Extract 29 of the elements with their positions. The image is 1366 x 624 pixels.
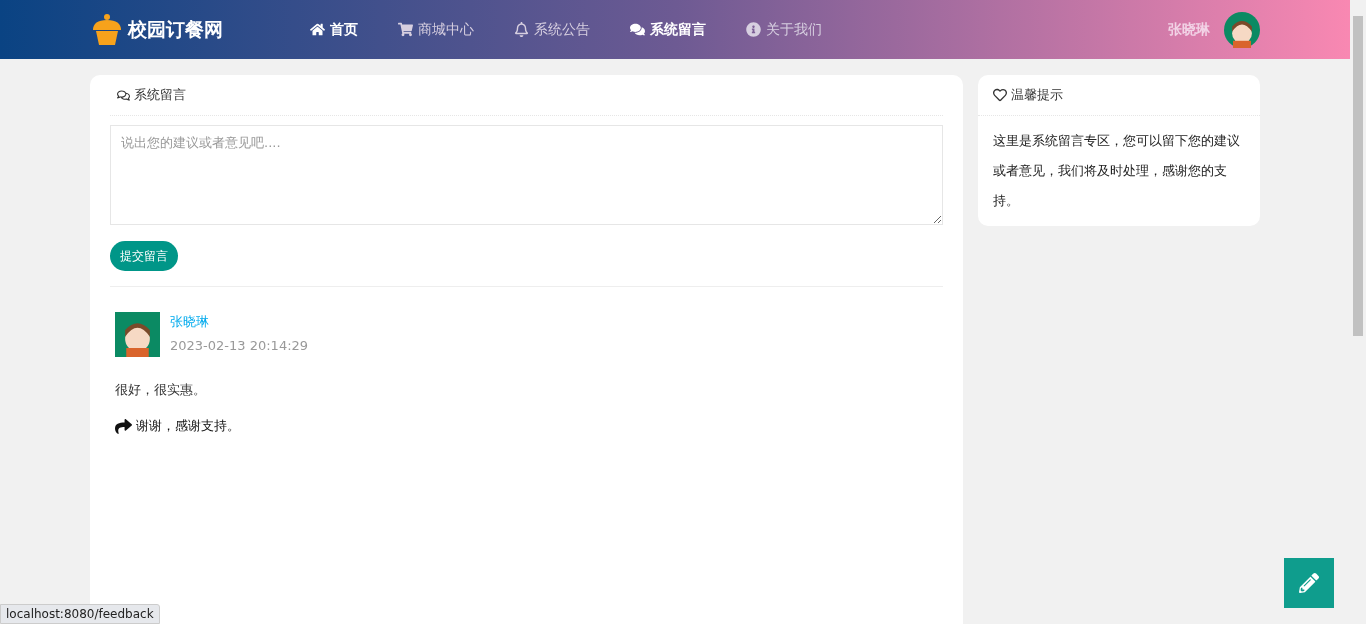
- chat-icon: [630, 22, 645, 37]
- message-input-field[interactable]: 说出您的建议或者意见吧....: [110, 125, 943, 225]
- nav-link[interactable]: 系统留言: [630, 20, 706, 39]
- status-url: localhost:8080/feedback: [0, 604, 160, 624]
- nav-link[interactable]: 系统公告: [514, 20, 590, 39]
- heart-icon: [993, 88, 1007, 102]
- author-link[interactable]: 张晓琳: [170, 312, 309, 332]
- reply-text: 谢谢，感谢支持。: [136, 417, 240, 435]
- message-avatar: [115, 312, 160, 357]
- pencil-icon: [1299, 573, 1319, 593]
- user-avatar: [1224, 11, 1260, 48]
- logo-text: 校园订餐网: [128, 16, 223, 42]
- message-time: 2023-02-13 20:14:29: [170, 338, 309, 353]
- message-text: 很好，很实惠。: [115, 381, 207, 399]
- info-icon: [746, 22, 761, 37]
- cupcake-logo-icon: [90, 12, 124, 47]
- cart-icon: [398, 22, 413, 37]
- nav-link[interactable]: 关于我们: [746, 20, 822, 39]
- card-title: 温馨提示: [1011, 86, 1063, 104]
- home-icon: [310, 22, 325, 37]
- bell-icon: [514, 22, 529, 37]
- edit-button[interactable]: [1284, 558, 1334, 608]
- card-title: 系统留言: [134, 86, 186, 104]
- comments-icon: [117, 88, 130, 102]
- nav-link[interactable]: 首页: [310, 20, 358, 39]
- tips-text: 这里是系统留言专区，您可以留下您的建议或者意见，我们将及时处理，感谢您的支持。: [992, 132, 1241, 210]
- submit-button[interactable]: 提交留言: [110, 241, 178, 271]
- reply-arrow-icon: [115, 417, 132, 435]
- nav-link[interactable]: 商城中心: [398, 20, 474, 39]
